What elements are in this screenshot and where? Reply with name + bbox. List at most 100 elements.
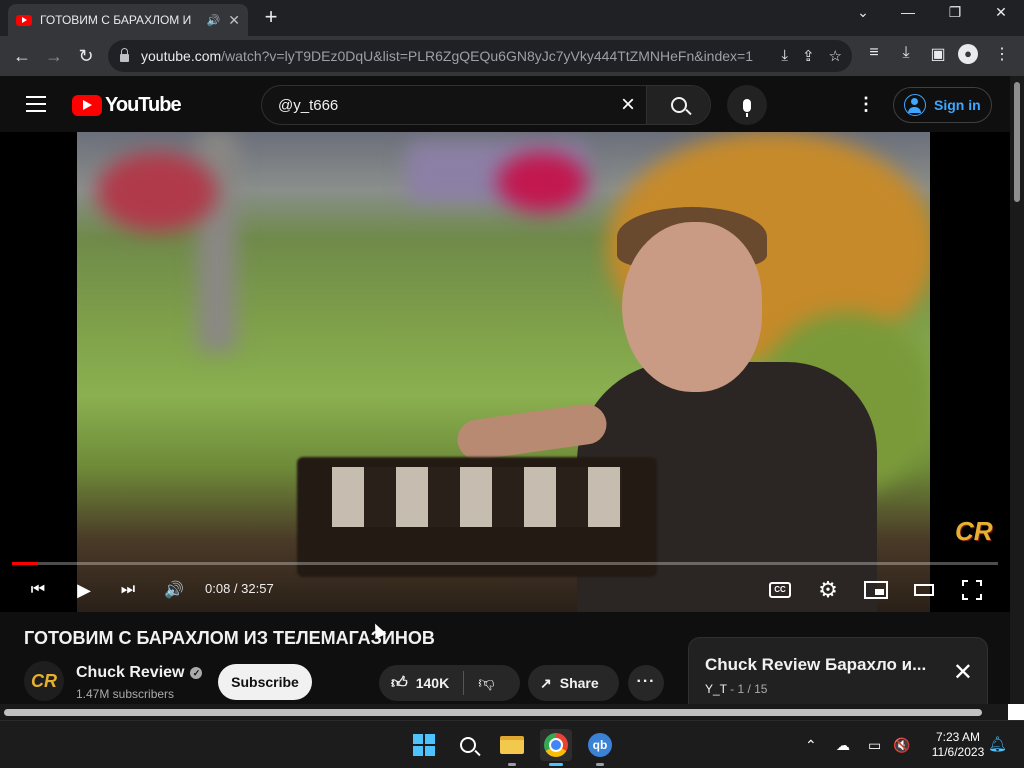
menu-icon[interactable]: ⋮ [990, 44, 1014, 64]
subtitles-button[interactable]: CC [767, 576, 793, 604]
playlist-title[interactable]: Chuck Review Барахло и... [705, 655, 939, 675]
notification-bell-icon[interactable]: 🔔︎ [988, 735, 1007, 753]
channel-watermark[interactable]: CR [955, 516, 993, 547]
fullscreen-button[interactable] [959, 576, 985, 604]
browser-tab-youtube[interactable]: ГОТОВИМ С БАРАХЛОМ И 🔊 ✕ [8, 4, 248, 36]
playlist-meta: Y_T - 1 / 15 [705, 682, 767, 696]
file-explorer-button[interactable] [496, 729, 528, 766]
clock-date: 11/6/2023 [931, 745, 985, 759]
chrome-taskbar-button[interactable] [540, 729, 572, 766]
previous-button[interactable]: ⏮ [26, 576, 50, 604]
youtube-masthead: YouTube × ⋮ Sign in [0, 76, 1010, 132]
qbittorrent-icon: qb [588, 733, 612, 757]
youtube-logo-text: YouTube [105, 94, 182, 116]
search-box: × [261, 85, 711, 125]
settings-button[interactable]: ⚙ [815, 576, 841, 604]
theater-mode-button[interactable] [911, 576, 937, 604]
subscribe-button[interactable]: Subscribe [218, 664, 312, 700]
next-button[interactable]: ⏭ [116, 576, 140, 604]
minimize-button[interactable]: — [893, 4, 923, 20]
forward-icon[interactable]: → [42, 44, 66, 68]
miniplayer-button[interactable] [863, 576, 889, 604]
youtube-favicon-icon [16, 14, 32, 26]
share-arrow-icon: ↗ [540, 674, 552, 691]
share-label: Share [559, 675, 599, 691]
theater-icon [914, 584, 934, 596]
progress-bar[interactable] [12, 562, 998, 565]
windows-logo-icon [413, 734, 435, 756]
network-icon[interactable]: ▭ [868, 737, 881, 754]
video-player[interactable]: CR ⏮ ▶ ⏭ 🔊 0:08 / 32:57 CC ⚙ [0, 132, 1010, 612]
thumbs-up-icon: 👍︎ [391, 674, 408, 692]
search-button[interactable] [646, 86, 710, 124]
playlist-position: - 1 / 15 [726, 682, 768, 696]
clear-search-icon[interactable]: × [610, 86, 646, 124]
qbittorrent-taskbar-button[interactable]: qb [584, 729, 616, 766]
search-icon [460, 737, 476, 753]
tab-search-button[interactable]: ⌄ [848, 4, 878, 21]
settings-kebab-icon[interactable]: ⋮ [856, 94, 876, 114]
channel-name-link[interactable]: Chuck Review ✓ [76, 664, 203, 682]
voice-search-button[interactable] [727, 85, 767, 125]
tab-close-icon[interactable]: ✕ [228, 12, 240, 29]
next-icon: ⏭ [120, 581, 136, 598]
microphone-icon [743, 98, 751, 117]
previous-icon: ⏮ [30, 581, 46, 598]
vertical-scrollbar[interactable] [1010, 76, 1024, 720]
video-frame [77, 132, 930, 612]
new-tab-button[interactable]: + [260, 6, 282, 28]
hamburger-menu-icon[interactable] [26, 96, 46, 112]
onedrive-icon[interactable]: ☁ [836, 737, 850, 754]
vertical-scroll-thumb[interactable] [1014, 82, 1020, 202]
tab-title: ГОТОВИМ С БАРАХЛОМ И [40, 13, 192, 27]
volume-icon: 🔊 [164, 582, 184, 599]
profile-button[interactable]: ● [958, 44, 982, 64]
gear-icon: ⚙ [818, 577, 838, 602]
speaker-icon[interactable]: 🔊 [207, 14, 221, 27]
like-button[interactable]: 👍︎ 140K [379, 671, 465, 695]
close-window-button[interactable]: ✕ [986, 4, 1016, 21]
restore-button[interactable]: ❐ [940, 4, 970, 21]
search-input[interactable] [262, 86, 610, 124]
omnibox-actions: ⤓ ⇪ ☆ [781, 47, 842, 65]
taskbar-search-button[interactable] [452, 729, 484, 761]
media-icon[interactable]: ≡ [862, 44, 886, 62]
search-icon [670, 97, 687, 113]
downloads-icon[interactable]: ⤓ [894, 44, 918, 62]
install-icon[interactable]: ⤓ [781, 47, 788, 65]
bookmark-star-icon[interactable]: ☆ [829, 47, 842, 65]
horizontal-scroll-thumb[interactable] [4, 709, 982, 716]
play-button[interactable]: ▶ [72, 576, 96, 604]
thumbs-down-icon: 👎︎ [478, 674, 495, 692]
url-path: /watch?v=lyT9DEz0DqU&list=PLR6ZgQEQu6GN8… [221, 48, 753, 64]
sidebar-icon[interactable]: ▣ [926, 44, 950, 64]
account-icon [904, 94, 926, 116]
playlist-owner[interactable]: Y_T [705, 682, 727, 696]
playlist-panel[interactable]: Chuck Review Барахло и... Y_T - 1 / 15 ✕ [688, 637, 988, 707]
share-icon[interactable]: ⇪ [802, 47, 815, 65]
clock[interactable]: 7:23 AM 11/6/2023 [918, 730, 998, 760]
like-count: 140K [415, 675, 450, 691]
reload-icon[interactable]: ↻ [74, 44, 98, 68]
channel-name: Chuck Review [76, 664, 185, 681]
play-icon: ▶ [77, 579, 91, 600]
volume-muted-icon[interactable]: 🔇 [893, 737, 910, 754]
subscriber-count: 1.47M subscribers [76, 687, 175, 701]
channel-avatar[interactable]: CR [24, 661, 64, 701]
address-bar[interactable]: youtube.com /watch?v=lyT9DEz0DqU&list=PL… [108, 40, 852, 72]
sign-in-button[interactable]: Sign in [893, 87, 992, 123]
browser-tab-strip: ГОТОВИМ С БАРАХЛОМ И 🔊 ✕ + ⌄ — ❐ ✕ [0, 0, 1024, 36]
start-button[interactable] [408, 729, 440, 761]
horizontal-scrollbar[interactable] [0, 704, 1010, 720]
chevron-up-icon[interactable]: ⌃ [805, 737, 817, 754]
dislike-button[interactable]: 👎︎ [464, 674, 508, 693]
more-actions-button[interactable]: ··· [628, 665, 664, 701]
youtube-logo[interactable]: YouTube [72, 94, 182, 117]
time-display: 0:08 / 32:57 [205, 581, 274, 596]
close-playlist-icon[interactable]: ✕ [953, 658, 973, 687]
windows-taskbar: qb ⌃ ☁ ▭ 🔇 7:23 AM 11/6/2023 🔔︎ [0, 720, 1024, 768]
volume-button[interactable]: 🔊 [162, 576, 186, 604]
lock-icon[interactable] [120, 48, 129, 62]
back-icon[interactable]: ← [10, 44, 34, 68]
share-button[interactable]: ↗ Share [528, 665, 619, 701]
